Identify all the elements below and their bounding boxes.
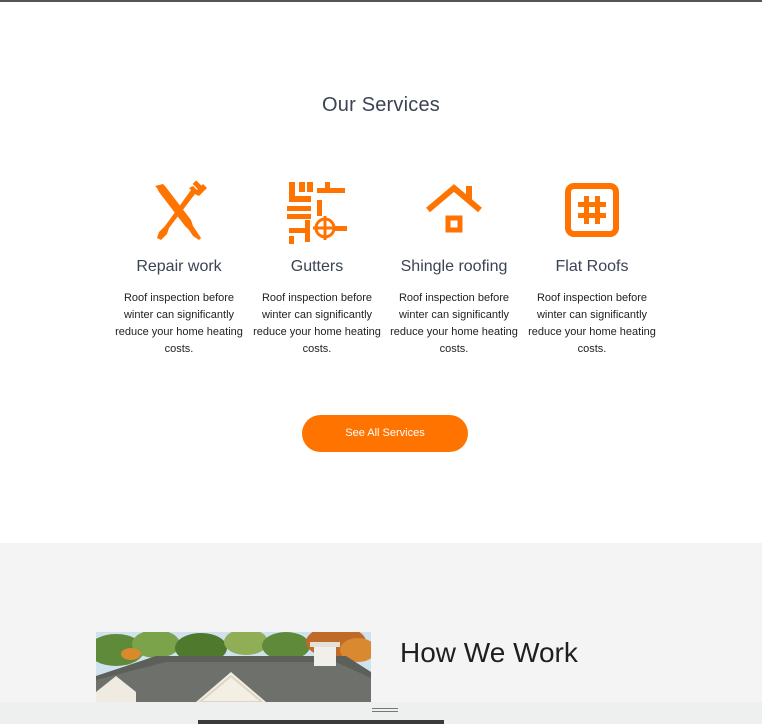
how-we-work-section: How We Work (0, 543, 762, 724)
service-description: Roof inspection before winter can signif… (253, 292, 381, 355)
service-name: Repair work (136, 258, 222, 275)
service-card-gutters: Gutters Roof inspection before winter ca… (247, 180, 387, 358)
drag-handle-icon[interactable] (372, 708, 398, 714)
hammer-screwdriver-icon (155, 180, 207, 240)
service-card-shingle-roofing: Shingle roofing Roof inspection before w… (384, 180, 524, 358)
service-card-flat-roofs: Flat Roofs Roof inspection before winter… (522, 180, 662, 358)
services-section: Our Services Repair work Roof inspection… (0, 2, 762, 543)
service-card-repair-work: Repair work Roof inspection before winte… (109, 180, 249, 358)
pipes-icon (287, 182, 347, 244)
how-we-work-title: How We Work (400, 637, 578, 668)
service-description: Roof inspection before winter can signif… (528, 292, 656, 355)
service-name: Shingle roofing (400, 258, 508, 275)
hashtag-square-icon (565, 183, 619, 237)
roof-photo (96, 632, 371, 702)
service-description: Roof inspection before winter can signif… (115, 292, 243, 355)
service-name: Gutters (290, 258, 344, 275)
bottom-resize-bar[interactable] (0, 702, 762, 724)
see-all-services-button[interactable]: See All Services (302, 415, 468, 452)
bottom-edge-strip (198, 720, 444, 724)
service-description: Roof inspection before winter can signif… (390, 292, 518, 355)
service-name: Flat Roofs (555, 258, 629, 275)
house-icon (426, 184, 482, 233)
services-title: Our Services (322, 94, 440, 116)
